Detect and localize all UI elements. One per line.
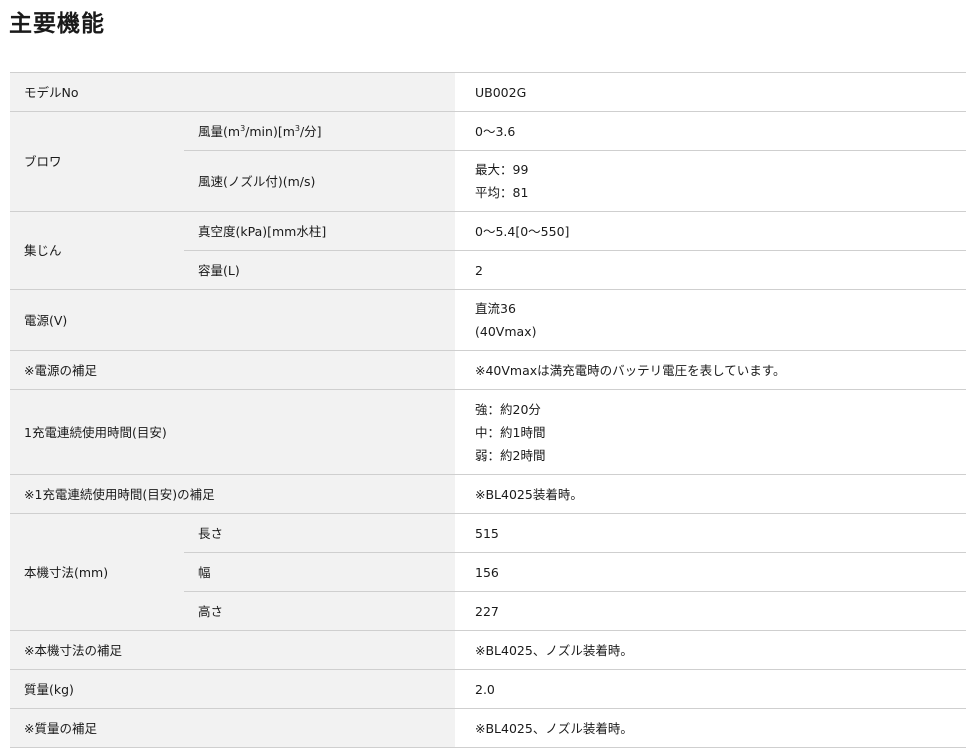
table-row: 集じん 真空度(kPa)[mm水柱] 0〜5.4[0〜550] — [10, 211, 966, 290]
row-label-dimensions: 本機寸法(mm) — [10, 513, 184, 631]
row-label-mass-note: ※質量の補足 — [10, 708, 455, 748]
row-label-runtime-note: ※1充電連続使用時間(目安)の補足 — [10, 474, 455, 514]
value-mass-note: ※BL4025、ノズル装着時。 — [455, 708, 966, 748]
spec-table: モデルNo UB002G ブロワ 風量(m3/min)[m3/分] 0〜3.6 … — [10, 72, 966, 748]
row-label-mass: 質量(kg) — [10, 669, 455, 709]
row-label-blower: ブロワ — [10, 111, 184, 212]
value-voltage: 直流36 (40Vmax) — [455, 289, 966, 351]
value-dimensions-note: ※BL4025、ノズル装着時。 — [455, 630, 966, 670]
row-label-model: モデルNo — [10, 72, 455, 112]
table-row: ※電源の補足 ※40Vmaxは満充電時のバッテリ電圧を表しています。 — [10, 350, 966, 390]
row-label-dust: 集じん — [10, 211, 184, 290]
value-width: 156 — [455, 552, 966, 592]
table-row: 1充電連続使用時間(目安) 強：約20分 中：約1時間 弱：約2時間 — [10, 389, 966, 475]
sub-label-air-speed: 風速(ノズル付)(m/s) — [184, 150, 455, 212]
page-title: 主要機能 — [9, 11, 105, 37]
value-capacity: 2 — [455, 250, 966, 290]
row-label-voltage-note: ※電源の補足 — [10, 350, 455, 390]
row-label-dimensions-note: ※本機寸法の補足 — [10, 630, 455, 670]
row-label-voltage: 電源(V) — [10, 289, 455, 351]
sub-label-length: 長さ — [184, 513, 455, 553]
table-row: ※本機寸法の補足 ※BL4025、ノズル装着時。 — [10, 630, 966, 670]
table-row: モデルNo UB002G — [10, 72, 966, 112]
table-row: 電源(V) 直流36 (40Vmax) — [10, 289, 966, 351]
table-row: ※1充電連続使用時間(目安)の補足 ※BL4025装着時。 — [10, 474, 966, 514]
table-row: 本機寸法(mm) 長さ 515 — [10, 513, 966, 631]
value-runtime-note: ※BL4025装着時。 — [455, 474, 966, 514]
table-row: 質量(kg) 2.0 — [10, 669, 966, 709]
value-runtime: 強：約20分 中：約1時間 弱：約2時間 — [455, 389, 966, 475]
value-height: 227 — [455, 591, 966, 631]
sub-label-air-volume: 風量(m3/min)[m3/分] — [184, 111, 455, 151]
value-air-speed: 最大：99 平均：81 — [455, 150, 966, 212]
table-row: ※質量の補足 ※BL4025、ノズル装着時。 — [10, 708, 966, 748]
sub-label-width: 幅 — [184, 552, 455, 592]
sub-label-capacity: 容量(L) — [184, 250, 455, 290]
value-mass: 2.0 — [455, 669, 966, 709]
sub-label-vacuum: 真空度(kPa)[mm水柱] — [184, 211, 455, 251]
value-model: UB002G — [455, 72, 966, 112]
value-voltage-note: ※40Vmaxは満充電時のバッテリ電圧を表しています。 — [455, 350, 966, 390]
value-air-volume: 0〜3.6 — [455, 111, 966, 151]
value-length: 515 — [455, 513, 966, 553]
value-vacuum: 0〜5.4[0〜550] — [455, 211, 966, 251]
row-label-runtime: 1充電連続使用時間(目安) — [10, 389, 455, 475]
table-row: ブロワ 風量(m3/min)[m3/分] 0〜3.6 — [10, 111, 966, 212]
sub-label-height: 高さ — [184, 591, 455, 631]
